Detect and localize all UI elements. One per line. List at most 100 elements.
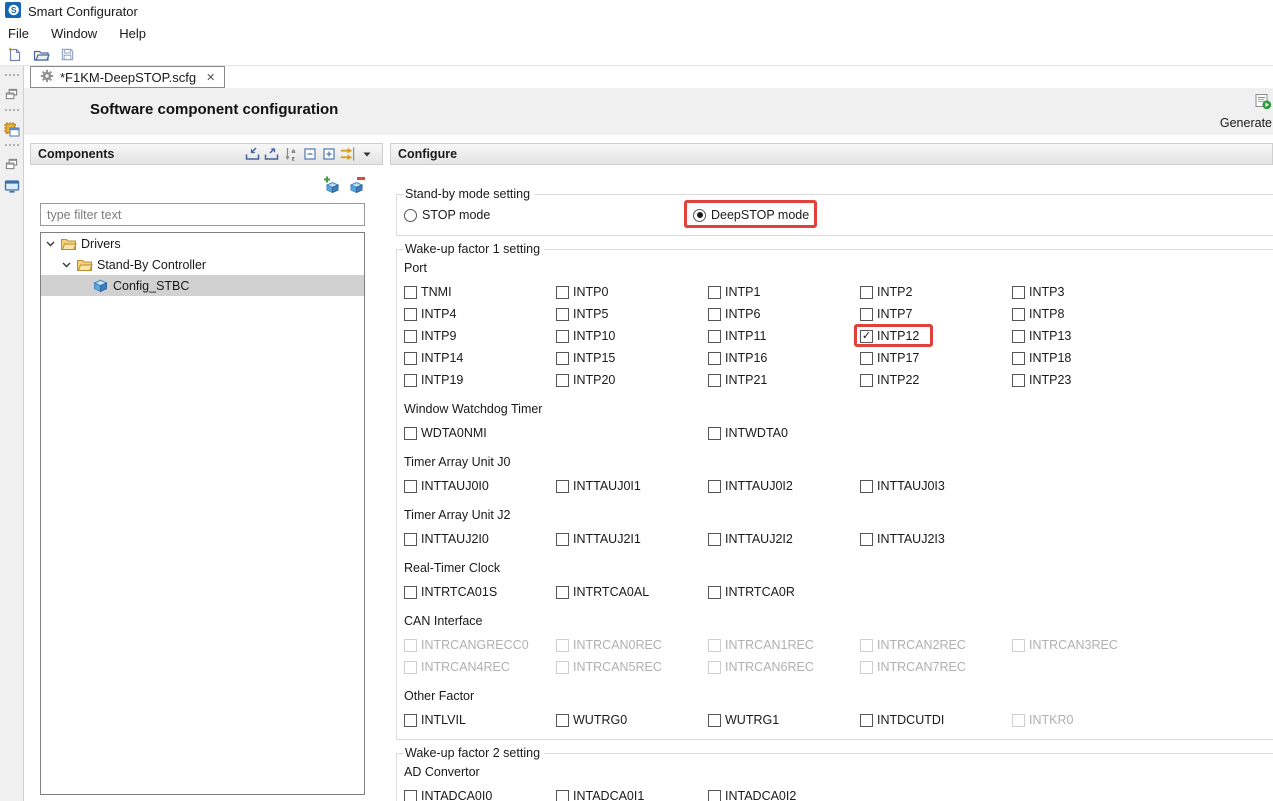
checkbox-intp6[interactable]: INTP6 (708, 307, 760, 321)
show-arrows-icon[interactable] (339, 146, 356, 163)
checkbox-box-icon (404, 533, 417, 546)
chevron-down-icon[interactable] (61, 262, 72, 268)
components-panel-header: Components az (30, 143, 383, 165)
checkbox-intp17[interactable]: INTP17 (860, 351, 919, 365)
checkbox-label: INTLVIL (421, 713, 466, 727)
checkbox-intlvil[interactable]: INTLVIL (404, 713, 466, 727)
checkbox-intrtca01s[interactable]: INTRTCA01S (404, 585, 497, 599)
checkbox-box-icon (404, 286, 417, 299)
checkbox-label: INTP6 (725, 307, 760, 321)
checkbox-intp19[interactable]: INTP19 (404, 373, 463, 387)
checkbox-intrtca0r[interactable]: INTRTCA0R (708, 585, 795, 599)
gear-icon (40, 69, 54, 86)
radio-stop-mode[interactable]: STOP mode (404, 208, 490, 222)
components-panel-title: Components (38, 147, 114, 161)
checkbox-row: INTRCANGRECC0INTRCAN0RECINTRCAN1RECINTRC… (404, 634, 1273, 656)
checkbox-intp12[interactable]: ✓INTP12 (860, 329, 919, 343)
add-component-icon[interactable] (322, 175, 340, 193)
restore-view-icon[interactable] (3, 85, 21, 103)
checkbox-inttauj0i2[interactable]: INTTAUJ0I2 (708, 479, 793, 493)
checkbox-label: INTP7 (877, 307, 912, 321)
menu-window[interactable]: Window (51, 26, 97, 41)
checkbox-label: INTRTCA01S (421, 585, 497, 599)
open-folder-icon[interactable] (32, 46, 50, 63)
menu-help[interactable]: Help (119, 26, 146, 41)
checkbox-intp21[interactable]: INTP21 (708, 373, 767, 387)
checkbox-box-icon (1012, 714, 1025, 727)
tree-item-label: Stand-By Controller (97, 258, 206, 272)
menu-file[interactable]: File (8, 26, 29, 41)
checkbox-row: INTRCAN4RECINTRCAN5RECINTRCAN6RECINTRCAN… (404, 656, 1273, 678)
checkbox-intp13[interactable]: INTP13 (1012, 329, 1071, 343)
sort-az-icon[interactable]: az (282, 146, 299, 163)
checkbox-intp22[interactable]: INTP22 (860, 373, 919, 387)
section-title-ad-convertor: AD Convertor (404, 765, 1273, 779)
checkbox-intp18[interactable]: INTP18 (1012, 351, 1071, 365)
checkbox-intp20[interactable]: INTP20 (556, 373, 615, 387)
export-icon[interactable] (263, 146, 280, 163)
checkbox-intp7[interactable]: INTP7 (860, 307, 912, 321)
checkbox-box-icon (708, 352, 721, 365)
checkbox-inttauj0i1[interactable]: INTTAUJ0I1 (556, 479, 641, 493)
checkbox-intp1[interactable]: INTP1 (708, 285, 760, 299)
checkbox-intp11[interactable]: INTP11 (708, 329, 766, 343)
import-icon[interactable] (244, 146, 261, 163)
new-file-icon[interactable] (6, 46, 24, 63)
close-icon[interactable]: ✕ (206, 71, 215, 84)
checkbox-intp14[interactable]: INTP14 (404, 351, 463, 365)
checkbox-inttauj2i2[interactable]: INTTAUJ2I2 (708, 532, 793, 546)
checkbox-label: INTRCANGRECC0 (421, 638, 529, 652)
checkbox-intp23[interactable]: INTP23 (1012, 373, 1071, 387)
checkbox-intrtca0al[interactable]: INTRTCA0AL (556, 585, 649, 599)
checkbox-intp3[interactable]: INTP3 (1012, 285, 1064, 299)
checkbox-label: INTTAUJ2I0 (421, 532, 489, 546)
checkbox-intadca0i0[interactable]: INTADCA0I0 (404, 789, 492, 801)
editor-tab[interactable]: *F1KM-DeepSTOP.scfg ✕ (30, 66, 225, 88)
checkbox-wdta0nmi[interactable]: WDTA0NMI (404, 426, 487, 440)
checkbox-intadca0i2[interactable]: INTADCA0I2 (708, 789, 796, 801)
checkbox-intp8[interactable]: INTP8 (1012, 307, 1064, 321)
tree-item-drivers[interactable]: Drivers (41, 233, 364, 254)
checkbox-intp0[interactable]: INTP0 (556, 285, 608, 299)
checkbox-box-icon (860, 308, 873, 321)
checkbox-inttauj2i1[interactable]: INTTAUJ2I1 (556, 532, 641, 546)
checkbox-intp10[interactable]: INTP10 (556, 329, 615, 343)
tree-item-config-stbc[interactable]: Config_STBC (41, 275, 364, 296)
mcu-pin-view-icon[interactable] (3, 120, 21, 138)
checkbox-intwdta0[interactable]: INTWDTA0 (708, 426, 788, 440)
checkbox-label: WDTA0NMI (421, 426, 487, 440)
filter-input[interactable] (40, 203, 365, 226)
checkbox-intp9[interactable]: INTP9 (404, 329, 456, 343)
generate-button[interactable]: Generate (1220, 92, 1272, 130)
checkbox-tnmi[interactable]: TNMI (404, 285, 452, 299)
menu-dropdown-icon[interactable] (358, 146, 375, 163)
checkbox-box-icon (556, 480, 569, 493)
checkbox-inttauj2i3[interactable]: INTTAUJ2I3 (860, 532, 945, 546)
checkbox-wutrg1[interactable]: WUTRG1 (708, 713, 779, 727)
radio-deepstop-mode[interactable]: DeepSTOP mode (693, 208, 809, 222)
checkbox-intp16[interactable]: INTP16 (708, 351, 767, 365)
checkbox-label: INTP5 (573, 307, 608, 321)
chevron-down-icon[interactable] (45, 241, 56, 247)
restore-view-icon[interactable] (3, 155, 21, 173)
collapse-all-icon[interactable] (301, 146, 318, 163)
checkbox-intp2[interactable]: INTP2 (860, 285, 912, 299)
checkbox-intadca0i1[interactable]: INTADCA0I1 (556, 789, 644, 801)
save-icon[interactable] (58, 46, 76, 63)
checkbox-intp4[interactable]: INTP4 (404, 307, 456, 321)
checkbox-inttauj2i0[interactable]: INTTAUJ2I0 (404, 532, 489, 546)
checkbox-intdcutdi[interactable]: INTDCUTDI (860, 713, 944, 727)
title-bar: S Smart Configurator (0, 0, 1273, 22)
view-dock (0, 66, 24, 801)
checkbox-intp15[interactable]: INTP15 (556, 351, 615, 365)
remove-component-icon[interactable] (349, 175, 367, 193)
console-view-icon[interactable] (3, 177, 21, 195)
checkbox-intp5[interactable]: INTP5 (556, 307, 608, 321)
checkbox-box-icon (1012, 374, 1025, 387)
checkbox-box-icon (708, 286, 721, 299)
expand-all-icon[interactable] (320, 146, 337, 163)
checkbox-inttauj0i0[interactable]: INTTAUJ0I0 (404, 479, 489, 493)
checkbox-inttauj0i3[interactable]: INTTAUJ0I3 (860, 479, 945, 493)
tree-item-stand-by-controller[interactable]: Stand-By Controller (41, 254, 364, 275)
checkbox-wutrg0[interactable]: WUTRG0 (556, 713, 627, 727)
